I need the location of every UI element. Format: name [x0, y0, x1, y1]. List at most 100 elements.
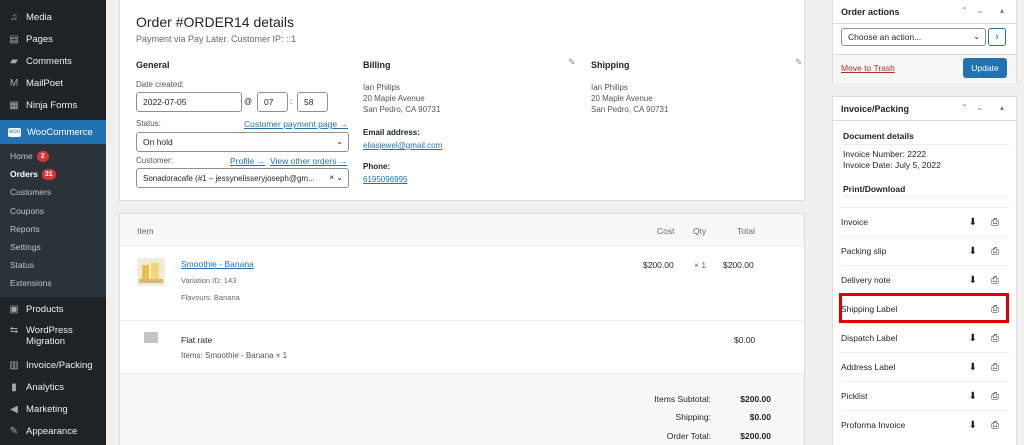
toggle-panel-icon[interactable]: ▴ [1000, 6, 1004, 15]
document-label: Picklist [841, 391, 868, 401]
sidebar-item-appearance[interactable]: ✎ Appearance [0, 421, 106, 443]
list-item: Invoice ⬇ ⎙ [841, 207, 1009, 236]
customer-select[interactable]: Sonadoracafe (#1 – jessynelisseryjoseph@… [136, 168, 349, 188]
list-item: Dispatch Label ⬇ ⎙ [841, 323, 1009, 352]
sidebar-item-wordpress-migration[interactable]: ⇆ WordPress Migration [0, 321, 106, 355]
product-name-link[interactable]: Smoothie - Banana [181, 259, 254, 269]
chevron-up-icon[interactable]: ⌃ [961, 103, 968, 112]
variation-id: Variation ID: 143 [181, 276, 237, 285]
product-qty: × 1 [694, 260, 707, 270]
billing-email-link[interactable]: eliasjewel@gmail.com [363, 141, 442, 150]
email-label: Email address: [363, 128, 420, 137]
time-colon: : [290, 97, 293, 106]
submenu-item-customers[interactable]: Customers [0, 183, 106, 201]
submenu-item-status[interactable]: Status [0, 256, 106, 274]
list-item: Proforma Invoice ⬇ ⎙ [841, 410, 1009, 439]
print-icon[interactable]: ⎙ [991, 217, 999, 228]
order-action-value: Choose an action... [848, 32, 922, 42]
chevron-down-icon[interactable]: ⌄ [976, 103, 983, 112]
date-created-input[interactable]: 2022-07-05 [136, 92, 242, 112]
submenu-item-reports[interactable]: Reports [0, 220, 106, 238]
shipping-truck-icon [144, 332, 158, 343]
list-item: Address Label ⬇ ⎙ [841, 352, 1009, 381]
customer-profile-link[interactable]: Profile → [230, 156, 265, 166]
sidebar-item-media[interactable]: ♫ Media [0, 6, 106, 28]
download-icon[interactable]: ⬇ [969, 275, 977, 286]
print-icon[interactable]: ⎙ [991, 246, 999, 257]
sidebar-item-marketing[interactable]: ◀ Marketing [0, 399, 106, 421]
shipping-label-highlight [839, 293, 1009, 323]
sidebar-item-pages[interactable]: ▤ Pages [0, 28, 106, 50]
shipping-method-name: Flat rate [181, 335, 213, 345]
edit-billing-pencil-icon[interactable]: ✎ [568, 57, 576, 68]
print-icon[interactable]: ⎙ [991, 420, 999, 431]
column-header-cost: Cost [657, 226, 675, 236]
submenu-item-settings[interactable]: Settings [0, 238, 106, 256]
chevron-down-icon[interactable]: ⌄ [976, 6, 983, 15]
chevron-down-icon: ⌄ [973, 32, 980, 41]
update-button[interactable]: Update [963, 58, 1007, 78]
billing-address: Ian Philips 20 Maple Avenue San Pedro, C… [363, 82, 440, 115]
submenu-item-orders[interactable]: Orders 31 [0, 165, 106, 183]
status-label: Status: [136, 119, 161, 128]
submenu-item-home[interactable]: Home 2 [0, 147, 106, 165]
toggle-panel-icon[interactable]: ▴ [1000, 103, 1004, 112]
sidebar-item-label: Products [26, 304, 64, 315]
chevron-up-icon[interactable]: ⌃ [961, 6, 968, 15]
submenu-label: Home [10, 151, 33, 162]
apply-action-button[interactable]: › [988, 28, 1006, 46]
sidebar-item-analytics[interactable]: ▮ Analytics [0, 377, 106, 399]
download-icon[interactable]: ⬇ [969, 217, 977, 228]
sidebar-item-label: Invoice/Packing [26, 360, 93, 371]
divider [833, 120, 1016, 121]
print-icon[interactable]: ⎙ [991, 275, 999, 286]
print-download-heading: Print/Download [843, 184, 906, 194]
move-to-trash-link[interactable]: Move to Trash [841, 63, 895, 73]
download-icon[interactable]: ⬇ [969, 246, 977, 257]
sidebar-item-label: WordPress Migration [26, 324, 73, 347]
order-total-value: $200.00 [740, 431, 771, 441]
download-icon[interactable]: ⬇ [969, 391, 977, 402]
list-item: Delivery note ⬇ ⎙ [841, 265, 1009, 294]
appearance-icon: ✎ [9, 426, 19, 437]
document-label: Invoice [841, 217, 868, 227]
order-actions-title: Order actions [841, 7, 900, 17]
download-icon[interactable]: ⬇ [969, 420, 977, 431]
download-icon[interactable]: ⬇ [969, 333, 977, 344]
clear-icon[interactable]: × [329, 173, 334, 182]
invoice-packing-title: Invoice/Packing [841, 104, 910, 114]
download-icon[interactable]: ⬇ [969, 362, 977, 373]
at-sign: @ [244, 97, 253, 106]
document-label: Packing slip [841, 246, 887, 256]
sidebar-item-mailpoet[interactable]: M MailPoet [0, 72, 106, 94]
submenu-item-coupons[interactable]: Coupons [0, 202, 106, 220]
sidebar-item-label: Ninja Forms [26, 99, 78, 111]
print-icon[interactable]: ⎙ [991, 362, 999, 373]
edit-shipping-pencil-icon[interactable]: ✎ [795, 57, 803, 68]
hour-input[interactable]: 07 [257, 92, 288, 112]
document-label: Address Label [841, 362, 896, 372]
shipping-total: $0.00 [734, 335, 756, 345]
document-label: Dispatch Label [841, 333, 898, 343]
print-icon[interactable]: ⎙ [991, 391, 999, 402]
billing-phone-link[interactable]: 6195096995 [363, 175, 408, 184]
order-action-select[interactable]: Choose an action... ⌄ [841, 28, 986, 46]
date-created-label: Date created: [136, 80, 185, 89]
sidebar-item-label: Appearance [26, 426, 78, 437]
invoice-icon: ▥ [9, 360, 19, 371]
divider [843, 196, 1009, 197]
view-other-orders-link[interactable]: View other orders → [270, 156, 347, 166]
submenu-item-extensions[interactable]: Extensions [0, 274, 106, 292]
customer-payment-page-link[interactable]: Customer payment page → [244, 119, 348, 129]
sidebar-item-products[interactable]: ▣ Products [0, 299, 106, 321]
sidebar-item-ninja-forms[interactable]: ▦ Ninja Forms [0, 94, 106, 116]
products-icon: ▣ [9, 304, 19, 315]
sidebar-item-invoice-packing[interactable]: ▥ Invoice/Packing [0, 355, 106, 377]
sidebar-item-comments[interactable]: ▰ Comments [0, 50, 106, 72]
sidebar-item-woocommerce[interactable]: woo WooCommerce [0, 120, 106, 144]
print-icon[interactable]: ⎙ [991, 333, 999, 344]
status-select[interactable]: On hold ⌄ [136, 132, 349, 152]
billing-heading: Billing [363, 60, 391, 70]
product-total: $200.00 [723, 260, 754, 270]
minute-input[interactable]: 58 [297, 92, 328, 112]
